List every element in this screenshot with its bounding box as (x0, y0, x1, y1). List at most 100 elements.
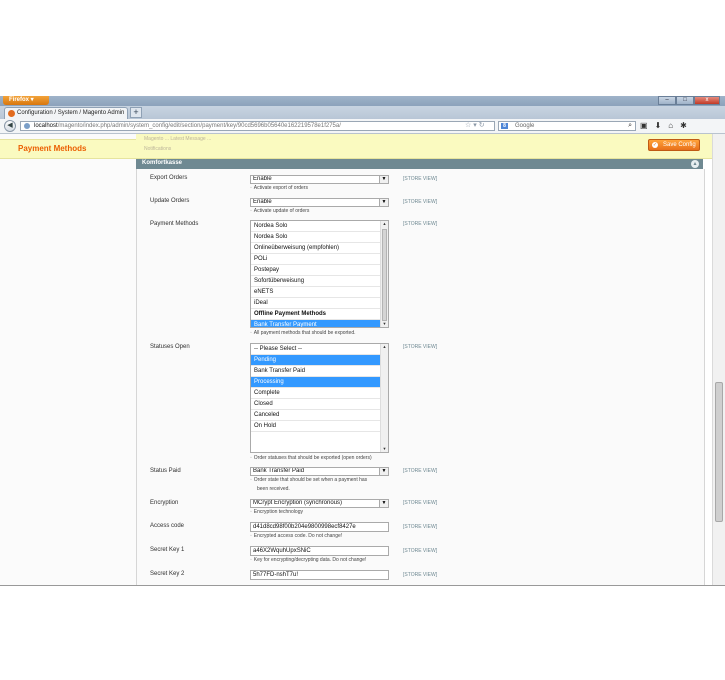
status-option-label: On Hold (254, 423, 277, 429)
update-orders-hint: ◦ Activate update of orders (250, 208, 310, 214)
dropdown-icon[interactable]: ▾ (473, 122, 477, 129)
status-option[interactable]: On Hold (251, 421, 388, 432)
status-paid-select[interactable]: Bank Transfer Paid ▼ (250, 467, 389, 476)
url-host: localhost (34, 123, 58, 129)
firefox-menu-label: Firefox (9, 97, 30, 103)
status-option[interactable]: Pending (251, 355, 388, 366)
page-content: Payment Methods Magento ... Latest Messa… (0, 134, 725, 585)
payment-methods-hint: ◦ All payment methods that should be expo… (250, 330, 356, 336)
save-config-button[interactable]: ✓ Save Config (648, 139, 700, 151)
secret-key-1-input[interactable]: a46X2WquhUpxSNiC (250, 546, 389, 556)
message-line-1: Magento ... Latest Message ... (144, 136, 212, 142)
payment-method-option-label: Onlineüberweisung (empfohlen) (254, 245, 340, 251)
save-config-label: Save Config (663, 142, 696, 148)
status-option[interactable]: -- Please Select -- (251, 344, 388, 355)
payment-method-option[interactable]: Postepay (251, 265, 388, 276)
access-code-input[interactable]: d41d8cd98f00b204e9800998ecf8427e (250, 522, 389, 532)
payment-method-option-label: POLi (254, 256, 268, 262)
payment-method-option-label: Nordea Solo (254, 223, 288, 229)
home-icon[interactable]: ⌂ (668, 121, 680, 130)
secret-key-1-hint-text: Key for encrypting/decrypting data. Do n… (253, 557, 367, 563)
export-orders-hint-text: Activate export of orders (253, 185, 308, 191)
tab-strip: Configuration / System / Magento Admin + (0, 106, 725, 119)
payment-method-option[interactable]: Onlineüberweisung (empfohlen) (251, 243, 388, 254)
update-orders-select[interactable]: Enable ▼ (250, 198, 389, 207)
statuses-open-hint: ◦ Order statuses that should be exported … (250, 455, 372, 461)
chevron-down-icon: ▼ (379, 199, 388, 206)
access-code-scope: [STORE VIEW] (403, 524, 438, 530)
encryption-select[interactable]: MCrypt Encryption (synchronous) ▼ (250, 499, 389, 508)
back-arrow-icon: ◀ (7, 122, 13, 129)
magento-favicon-icon (8, 110, 15, 117)
status-paid-label: Status Paid (150, 468, 181, 474)
sidebar-section-title: Payment Methods (18, 144, 87, 153)
statuses-open-multiselect[interactable]: -- Please Select -- Pending Bank Transfer … (250, 343, 389, 453)
maximize-button[interactable]: □ (676, 96, 694, 105)
search-icon[interactable]: ⌕ (628, 122, 632, 130)
encryption-label: Encryption (150, 500, 179, 506)
status-option[interactable]: Closed (251, 399, 388, 410)
scroll-down-icon[interactable]: ▼ (381, 446, 388, 452)
scroll-down-icon[interactable]: ▼ (381, 321, 388, 327)
scroll-up-icon[interactable]: ▲ (381, 344, 388, 350)
payment-method-option[interactable]: Sofortüberweisung (251, 276, 388, 287)
search-bar[interactable]: 8 Google ⌕ (498, 121, 636, 131)
browser-window: Firefox ▾ – □ x Configuration / System /… (0, 96, 725, 586)
status-option[interactable]: Canceled (251, 410, 388, 421)
tab-configuration[interactable]: Configuration / System / Magento Admin (4, 107, 128, 119)
payment-method-option[interactable]: Nordea Solo (251, 221, 388, 232)
payment-methods-hint-text: All payment methods that should be expor… (253, 330, 356, 336)
export-orders-select[interactable]: Enable ▼ (250, 175, 389, 184)
payment-method-option-label: Bank Transfer Payment (254, 322, 317, 328)
payment-method-option[interactable]: Offline Payment Methods (251, 309, 388, 320)
payment-method-option[interactable]: iDeal (251, 298, 388, 309)
page-scrollbar[interactable] (712, 134, 725, 585)
addon-icon[interactable]: ✱ (680, 121, 694, 130)
close-window-button[interactable]: x (694, 96, 720, 105)
payment-method-option[interactable]: POLi (251, 254, 388, 265)
tab-title: Configuration / System / Magento Admin (17, 110, 125, 116)
status-paid-hint-text-1: Order state that should be set when a pa… (253, 477, 368, 483)
payment-method-option[interactable]: Nordea Solo (251, 232, 388, 243)
secret-key-1-value: a46X2WquhUpxSNiC (253, 548, 311, 554)
statuses-open-scrollbar[interactable]: ▲ ▼ (380, 344, 388, 452)
payment-method-option[interactable]: Bank Transfer Payment (251, 320, 388, 328)
secret-key-1-hint: ◦ Key for encrypting/decrypting data. Do … (250, 557, 367, 563)
toolbar-icons: ▣⬇⌂✱ (640, 121, 694, 130)
access-code-hint-text: Encrypted access code. Do not change! (253, 533, 343, 539)
reload-icon[interactable]: ↻ (479, 122, 485, 129)
payment-method-option-label: Nordea Solo (254, 234, 288, 240)
bookmark-star-icon[interactable]: ☆ (465, 122, 471, 129)
back-button[interactable]: ◀ (4, 120, 16, 132)
secret-key-2-input[interactable]: 5h77FD-nshT7u! (250, 570, 389, 580)
export-orders-label: Export Orders (150, 175, 188, 181)
status-option[interactable]: Bank Transfer Paid (251, 366, 388, 377)
bookmarks-menu-icon[interactable]: ▣ (640, 121, 655, 130)
status-option[interactable]: Processing (251, 377, 388, 388)
export-orders-scope: [STORE VIEW] (403, 176, 438, 182)
minimize-button[interactable]: – (658, 96, 676, 105)
new-tab-button[interactable]: + (130, 107, 142, 118)
section-header[interactable]: Komfortkasse ▴ (136, 159, 703, 169)
url-path: /magento/index.php/admin/system_config/e… (57, 123, 341, 129)
status-option[interactable]: Complete (251, 388, 388, 399)
payment-methods-multiselect[interactable]: Nordea Solo Nordea Solo Onlineüberweisung … (250, 220, 389, 328)
download-icon[interactable]: ⬇ (655, 121, 669, 130)
firefox-menu-button[interactable]: Firefox ▾ (3, 96, 49, 105)
status-option-label: Complete (254, 390, 280, 396)
export-orders-value: Enable (253, 176, 272, 182)
collapse-icon[interactable]: ▴ (691, 160, 699, 168)
url-bar[interactable]: localhost/magento/index.php/admin/system… (20, 121, 495, 131)
status-paid-value: Bank Transfer Paid (253, 468, 305, 474)
encryption-hint: ◦ Encryption technology (250, 509, 303, 515)
secret-key-1-label: Secret Key 1 (150, 547, 185, 553)
payment-method-option[interactable]: eNETS (251, 287, 388, 298)
close-icon: x (705, 97, 709, 103)
config-main: Magento ... Latest Message ... Notificat… (136, 134, 713, 585)
sidebar-active-section[interactable]: Payment Methods (0, 139, 136, 159)
secret-key-2-value: 5h77FD-nshT7u! (253, 572, 299, 578)
scroll-thumb[interactable] (382, 229, 387, 321)
payment-methods-scrollbar[interactable]: ▲ ▼ (380, 221, 388, 327)
scroll-up-icon[interactable]: ▲ (381, 221, 388, 227)
page-scroll-thumb[interactable] (715, 382, 723, 522)
